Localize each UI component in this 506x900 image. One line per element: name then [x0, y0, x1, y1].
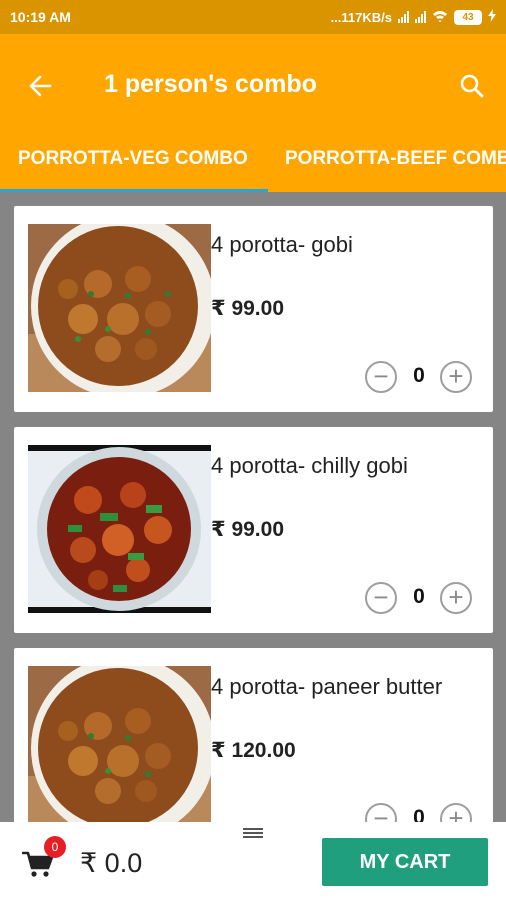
- quantity-stepper: − 0 +: [365, 361, 475, 393]
- item-list[interactable]: 4 porotta- gobi ₹ 99.00 − 0 + 4 porotta-…: [0, 192, 506, 822]
- cart-total: ₹ 0.0: [80, 848, 143, 878]
- status-time: 10:19 AM: [10, 9, 71, 25]
- network-speed: ...117KB/s: [330, 9, 392, 25]
- status-bar: 10:19 AM ...117KB/s 43: [0, 0, 506, 34]
- minus-icon[interactable]: −: [365, 582, 397, 614]
- cart-count-badge: 0: [44, 836, 66, 858]
- signal-icon-2: [415, 11, 426, 23]
- plus-icon[interactable]: +: [440, 582, 472, 614]
- list-item[interactable]: 4 porotta- chilly gobi ₹ 99.00 − 0 +: [14, 427, 493, 633]
- list-item[interactable]: 4 porotta- paneer butter ₹ 120.00 − 0 +: [14, 648, 493, 822]
- back-arrow-icon[interactable]: [22, 68, 58, 104]
- charging-icon: [488, 9, 496, 25]
- minus-icon[interactable]: −: [365, 803, 397, 822]
- tab-beef-combo[interactable]: PORROTTA-BEEF COMBO: [285, 148, 506, 170]
- item-price: ₹ 120.00: [211, 739, 296, 762]
- cart-bar: 0 ₹ 0.0 MY CART: [0, 822, 506, 900]
- my-cart-button[interactable]: MY CART: [322, 838, 488, 886]
- minus-icon[interactable]: −: [365, 361, 397, 393]
- quantity-stepper: − 0 +: [365, 803, 475, 822]
- plus-icon[interactable]: +: [440, 361, 472, 393]
- category-tabs: PORROTTA-VEG COMBO PORROTTA-BEEF COMBO: [0, 138, 506, 192]
- status-icons: ...117KB/s 43: [331, 9, 496, 25]
- quantity-stepper: − 0 +: [365, 582, 475, 614]
- plus-icon[interactable]: +: [440, 803, 472, 822]
- item-name: 4 porotta- chilly gobi: [211, 453, 408, 478]
- item-name: 4 porotta- paneer butter: [211, 674, 443, 699]
- battery-icon: 43: [454, 9, 482, 25]
- page-title: 1 person's combo: [104, 70, 317, 98]
- drag-handle-icon[interactable]: [243, 828, 263, 838]
- app-bar: 1 person's combo: [0, 34, 506, 138]
- item-price: ₹ 99.00: [211, 297, 284, 320]
- item-price: ₹ 99.00: [211, 518, 284, 541]
- list-item[interactable]: 4 porotta- gobi ₹ 99.00 − 0 +: [14, 206, 493, 412]
- food-image-paneer-butter: [28, 666, 211, 822]
- food-image-chilly-gobi: [28, 445, 211, 613]
- signal-icon: [398, 11, 409, 23]
- quantity-value: 0: [413, 806, 425, 822]
- food-image-gobi: [28, 224, 211, 392]
- item-name: 4 porotta- gobi: [211, 232, 353, 257]
- quantity-value: 0: [413, 364, 425, 387]
- search-icon[interactable]: [454, 68, 490, 104]
- tab-veg-combo[interactable]: PORROTTA-VEG COMBO: [18, 148, 248, 170]
- quantity-value: 0: [413, 585, 425, 608]
- wifi-icon: [432, 10, 448, 25]
